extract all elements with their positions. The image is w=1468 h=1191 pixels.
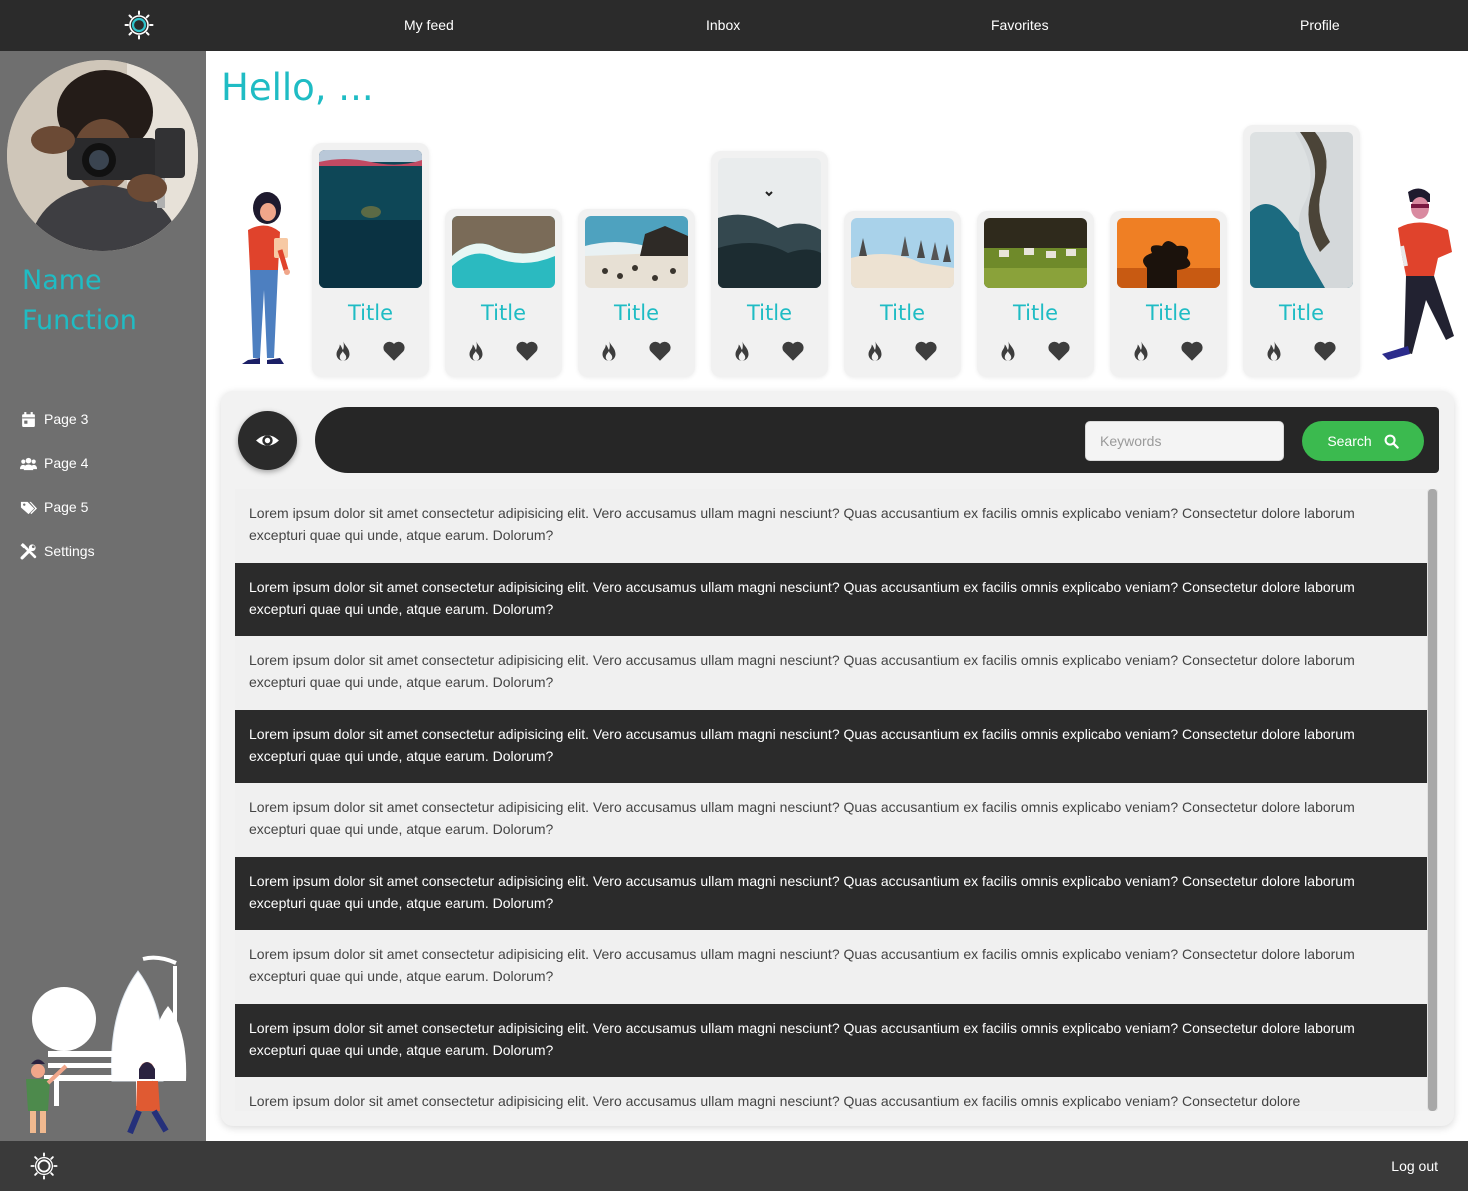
users-icon — [20, 457, 37, 470]
card[interactable]: Title — [711, 151, 828, 377]
card[interactable]: Title — [977, 211, 1094, 377]
sidebar-item-label: Page 5 — [44, 499, 89, 515]
avatar[interactable] — [7, 60, 198, 251]
card-title: Title — [480, 301, 526, 325]
heart-icon[interactable] — [647, 338, 673, 364]
sidebar-item-page-5[interactable]: Page 5 — [20, 496, 88, 518]
sidebar: Name Function Page 3 Page 4 Page 5 Setti… — [0, 51, 206, 1141]
fire-icon[interactable] — [596, 338, 622, 364]
feed-item[interactable]: Lorem ipsum dolor sit amet consectetur a… — [235, 930, 1427, 1004]
man-illustration — [1382, 188, 1454, 360]
card-image — [452, 216, 555, 288]
card-image — [1250, 132, 1353, 288]
nav-favorites[interactable]: Favorites — [991, 0, 1049, 51]
logout-link[interactable]: Log out — [1391, 1158, 1438, 1174]
heart-icon[interactable] — [1312, 338, 1338, 364]
feed-item[interactable]: Lorem ipsum dolor sit amet consectetur a… — [235, 1003, 1427, 1077]
feed-item[interactable]: Lorem ipsum dolor sit amet consectetur a… — [235, 856, 1427, 930]
nav-inbox[interactable]: Inbox — [706, 0, 740, 51]
heart-icon[interactable] — [1179, 338, 1205, 364]
card-title: Title — [1012, 301, 1058, 325]
heart-icon[interactable] — [1046, 338, 1072, 364]
heart-icon[interactable] — [913, 338, 939, 364]
card-title: Title — [746, 301, 792, 325]
search-button[interactable]: Search — [1302, 421, 1424, 461]
card-image — [984, 218, 1087, 288]
fire-icon[interactable] — [463, 338, 489, 364]
visibility-toggle-button[interactable] — [238, 411, 297, 470]
feed-item[interactable]: Lorem ipsum dolor sit amet consectetur a… — [235, 709, 1427, 783]
card-title: Title — [1278, 301, 1324, 325]
feed-item[interactable]: Lorem ipsum dolor sit amet consectetur a… — [235, 562, 1427, 636]
card[interactable]: Title — [578, 209, 695, 377]
search-button-label: Search — [1327, 433, 1372, 449]
fire-icon[interactable] — [995, 338, 1021, 364]
sidebar-item-settings[interactable]: Settings — [20, 540, 95, 562]
nav-my-feed[interactable]: My feed — [404, 0, 454, 51]
feed-item[interactable]: Lorem ipsum dolor sit amet consectetur a… — [235, 783, 1427, 857]
feed-list: Lorem ipsum dolor sit amet consectetur a… — [235, 489, 1427, 1111]
park-illustration — [26, 955, 187, 1135]
eye-icon — [256, 435, 279, 446]
tools-icon — [20, 542, 37, 559]
feed-scrollbar[interactable] — [1427, 489, 1438, 1111]
feed-item[interactable]: Lorem ipsum dolor sit amet consectetur a… — [235, 636, 1427, 710]
fire-icon[interactable] — [330, 338, 356, 364]
card-title: Title — [347, 301, 393, 325]
user-name: Name — [22, 265, 102, 296]
sidebar-item-page-4[interactable]: Page 4 — [20, 452, 88, 474]
feed-item[interactable]: Lorem ipsum dolor sit amet consectetur a… — [235, 489, 1427, 563]
card-image — [1117, 218, 1220, 288]
card-image — [851, 218, 954, 288]
card-title: Title — [613, 301, 659, 325]
greeting-heading: Hello, ... — [221, 66, 374, 109]
sidebar-item-label: Settings — [44, 543, 95, 559]
fire-icon[interactable] — [729, 338, 755, 364]
card-image — [585, 216, 688, 288]
card-image — [319, 150, 422, 288]
sidebar-item-label: Page 3 — [44, 411, 89, 427]
sidebar-item-label: Page 4 — [44, 455, 89, 471]
heart-icon[interactable] — [780, 338, 806, 364]
photographer-image — [7, 60, 198, 251]
card-title: Title — [879, 301, 925, 325]
calendar-icon — [22, 411, 35, 427]
search-icon — [1384, 434, 1399, 449]
sun-gear-icon[interactable] — [124, 10, 154, 40]
card-image — [718, 158, 821, 288]
heart-icon[interactable] — [514, 338, 540, 364]
tags-icon — [20, 501, 37, 514]
card[interactable]: Title — [1243, 125, 1360, 377]
fire-icon[interactable] — [1128, 338, 1154, 364]
footer: Log out — [0, 1141, 1468, 1191]
top-navigation: My feed Inbox Favorites Profile — [0, 0, 1468, 51]
nav-profile[interactable]: Profile — [1300, 0, 1340, 51]
scrollbar-thumb[interactable] — [1428, 489, 1437, 1111]
card[interactable]: Title — [844, 211, 961, 377]
user-function: Function — [22, 305, 137, 336]
heart-icon[interactable] — [381, 338, 407, 364]
card[interactable]: Title — [312, 143, 429, 377]
woman-illustration — [242, 192, 290, 364]
feed-item[interactable]: Lorem ipsum dolor sit amet consectetur a… — [235, 1077, 1427, 1111]
fire-icon[interactable] — [1261, 338, 1287, 364]
card[interactable]: Title — [445, 209, 562, 377]
keywords-input[interactable] — [1085, 421, 1284, 461]
sidebar-item-page-3[interactable]: Page 3 — [20, 408, 88, 430]
fire-icon[interactable] — [862, 338, 888, 364]
sun-gear-icon[interactable] — [30, 1152, 58, 1180]
card-title: Title — [1145, 301, 1191, 325]
card[interactable]: Title — [1110, 211, 1227, 377]
